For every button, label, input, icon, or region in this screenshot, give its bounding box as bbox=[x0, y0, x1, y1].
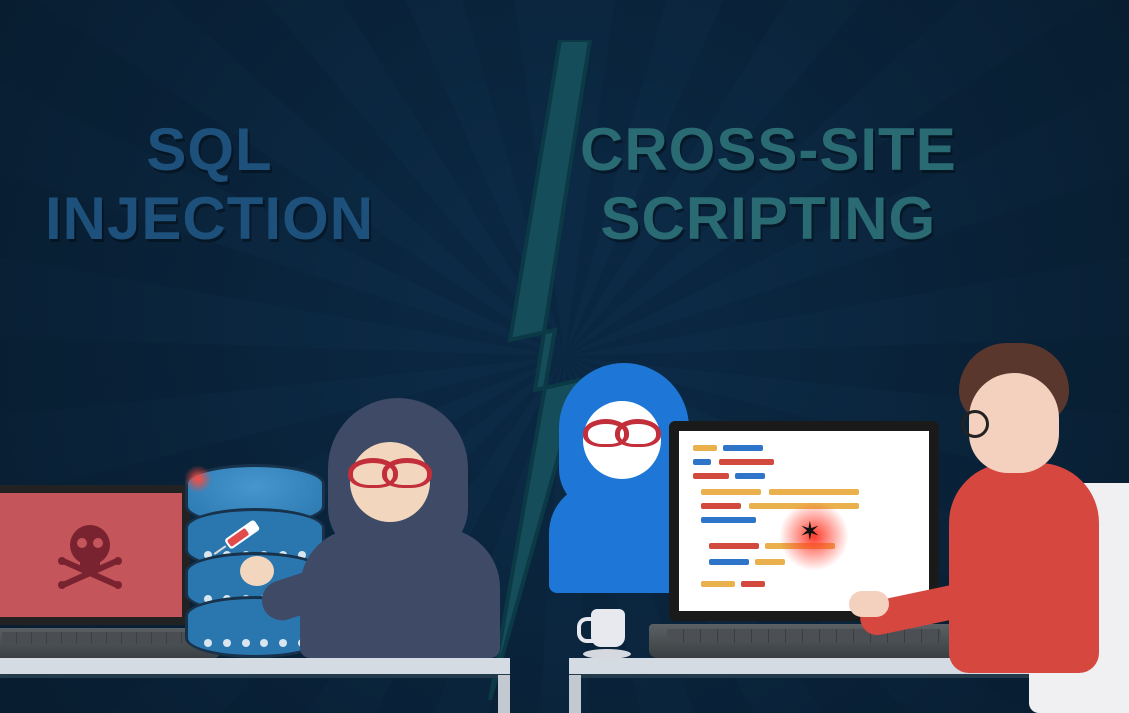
coffee-mug-icon bbox=[583, 609, 629, 655]
right-desk-edge bbox=[569, 675, 581, 713]
glasses-icon bbox=[961, 410, 989, 438]
left-title: SQL INJECTION bbox=[45, 115, 374, 253]
left-desk bbox=[0, 658, 510, 678]
right-title: CROSS-SITE SCRIPTING bbox=[580, 115, 957, 253]
right-laptop-screen: ✶ bbox=[669, 421, 939, 621]
user-illustration bbox=[909, 343, 1129, 713]
skull-crossbones-icon bbox=[50, 515, 130, 595]
left-laptop-screen bbox=[0, 485, 190, 625]
left-desk-edge bbox=[498, 675, 510, 713]
left-hacker-illustration bbox=[300, 398, 500, 658]
bug-icon: ✶ bbox=[799, 516, 821, 547]
